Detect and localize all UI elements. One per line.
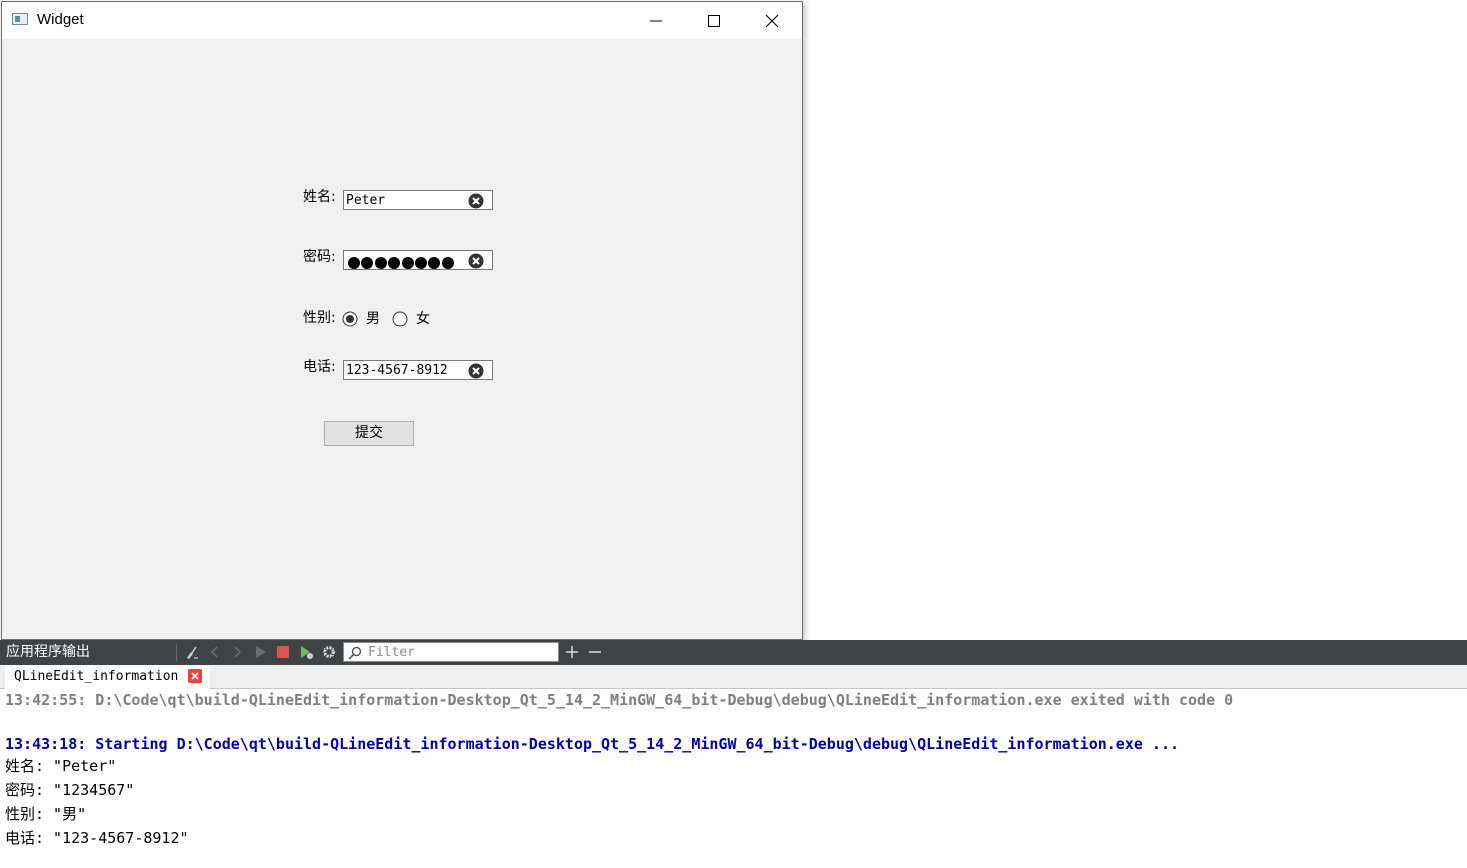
app-icon — [12, 13, 28, 25]
password-dot — [361, 257, 374, 269]
password-dot — [414, 257, 427, 269]
password-dot — [441, 257, 454, 269]
password-mask — [348, 254, 455, 273]
tab-close-icon[interactable] — [188, 669, 202, 683]
radio-male[interactable] — [342, 311, 358, 327]
name-value: Peter — [346, 193, 386, 208]
window-title: Widget — [37, 11, 84, 28]
password-dot — [401, 257, 414, 269]
phone-label: 电话: — [303, 359, 336, 375]
password-dot — [374, 257, 387, 269]
clear-text-icon[interactable] — [468, 193, 484, 209]
output-line: 13:42:55: D:\Code\qt\build-QLineEdit_inf… — [5, 691, 1234, 709]
maximize-icon — [708, 15, 720, 27]
output-line: 电话: "123-4567-8912" — [5, 829, 189, 847]
prev-icon[interactable] — [207, 644, 223, 660]
next-icon[interactable] — [229, 644, 245, 660]
clear-text-icon[interactable] — [468, 363, 484, 379]
run-icon[interactable] — [252, 644, 268, 660]
close-button[interactable] — [743, 2, 801, 39]
minimize-button[interactable] — [627, 2, 685, 39]
password-dot — [348, 257, 360, 269]
name-input[interactable]: Peter — [343, 190, 493, 210]
title-bar[interactable]: Widget — [2, 2, 802, 39]
toolbar-separator — [176, 644, 177, 661]
output-line: 性别: "男" — [5, 805, 87, 823]
password-input[interactable] — [343, 250, 493, 270]
output-line: 姓名: "Peter" — [5, 757, 117, 775]
output-pane-toolbar: 应用程序输出 Filter — [0, 640, 1467, 665]
output-text-area[interactable]: 13:42:55: D:\Code\qt\build-QLineEdit_inf… — [0, 689, 1467, 868]
radio-female[interactable] — [392, 311, 408, 327]
phone-value: 123-4567-8912 — [346, 363, 448, 378]
zoom-out-icon[interactable] — [587, 644, 603, 660]
password-label: 密码: — [303, 249, 336, 265]
minimize-icon — [650, 20, 662, 22]
search-icon — [348, 646, 362, 660]
maximize-button[interactable] — [685, 2, 743, 39]
settings-icon[interactable] — [321, 644, 337, 660]
output-line: 13:43:18: Starting D:\Code\qt\build-QLin… — [5, 735, 1179, 753]
password-dot — [428, 257, 441, 269]
widget-window: Widget 姓名: Peter 密码: 性别: 男 女 电话: 123-456… — [1, 1, 803, 640]
filter-input[interactable]: Filter — [343, 642, 559, 662]
radio-female-label[interactable]: 女 — [416, 311, 430, 327]
zoom-in-icon[interactable] — [564, 644, 580, 660]
filter-placeholder: Filter — [368, 645, 415, 660]
output-pane-title: 应用程序输出 — [6, 644, 90, 660]
name-label: 姓名: — [303, 189, 336, 205]
tab-label: QLineEdit_information — [14, 669, 179, 684]
password-dot — [388, 257, 401, 269]
output-tab-bar: QLineEdit_information — [0, 665, 1467, 689]
submit-button[interactable]: 提交 — [324, 421, 414, 446]
radio-male-label[interactable]: 男 — [366, 311, 380, 327]
tab-qlineedit-information[interactable]: QLineEdit_information — [5, 665, 210, 689]
gender-label: 性别: — [303, 310, 336, 326]
output-line: 密码: "1234567" — [5, 781, 135, 799]
attach-icon[interactable] — [298, 644, 314, 660]
close-icon — [765, 14, 779, 28]
stop-icon[interactable] — [275, 644, 291, 660]
phone-input[interactable]: 123-4567-8912 — [343, 360, 493, 380]
clean-icon[interactable] — [184, 644, 200, 660]
clear-text-icon[interactable] — [468, 253, 484, 269]
